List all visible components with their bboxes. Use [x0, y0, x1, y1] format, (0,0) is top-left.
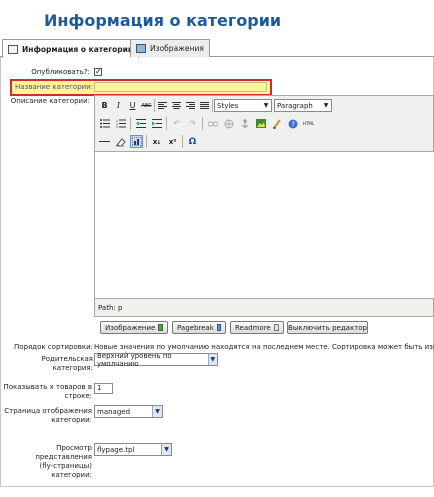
sort-order-label: Порядок сортировки:: [14, 343, 93, 351]
horizontal-rule-icon[interactable]: [98, 135, 111, 148]
toolbar-separator: [130, 117, 131, 130]
flypage-value: flypage.tpl: [97, 445, 135, 454]
superscript-button[interactable]: x²: [166, 135, 179, 148]
toggle-editor-button[interactable]: Выключить редактор: [287, 321, 368, 334]
svg-text:3: 3: [116, 125, 118, 128]
browse-page-label: Страница отображения категории:: [0, 407, 92, 425]
flypage-label-line-1: Просмотр: [56, 444, 92, 452]
toolbar-separator: [154, 99, 155, 112]
tab-images[interactable]: Изображения: [130, 39, 210, 57]
bullet-list-icon[interactable]: [98, 117, 111, 130]
cleanup-icon[interactable]: [270, 117, 283, 130]
products-per-row-label-line-1: Показывать x товаров в: [3, 383, 92, 391]
page-title: Информация о категории: [44, 11, 282, 30]
toolbar-separator: [202, 117, 203, 130]
category-name-input[interactable]: [94, 82, 267, 92]
pagebreak-icon: [216, 324, 221, 331]
chevron-down-icon: ▼: [161, 444, 171, 455]
readmore-icon: [273, 324, 279, 331]
toolbar-separator: [146, 135, 147, 148]
edit-icon: [8, 44, 18, 54]
svg-text:?: ?: [291, 120, 295, 128]
toolbar-separator: [166, 117, 167, 130]
italic-button[interactable]: I: [112, 99, 125, 112]
align-right-icon[interactable]: [184, 99, 197, 112]
browse-page-label-line-1: Страница отображения: [4, 407, 92, 415]
tab-label: Информация о категории: [22, 44, 134, 54]
bold-button[interactable]: B: [98, 99, 111, 112]
readmore-button-label: Readmore: [235, 323, 271, 332]
link-icon[interactable]: [206, 117, 219, 130]
browse-page-label-line-2: категории:: [51, 416, 92, 424]
remove-format-icon[interactable]: [114, 135, 127, 148]
editor-content-area[interactable]: [95, 151, 434, 299]
browse-page-select[interactable]: managed ▼: [94, 405, 163, 418]
flypage-label-line-2: представления: [35, 453, 92, 461]
pagebreak-button-label: Pagebreak: [177, 323, 214, 332]
indent-icon[interactable]: [150, 117, 163, 130]
description-label: Описание категории:: [10, 97, 90, 105]
flypage-label-line-3: (fly-страницы): [39, 462, 93, 470]
editor-path: Path: p: [98, 304, 123, 312]
image-icon: [136, 44, 146, 53]
parent-category-select[interactable]: Верхний уровень по умолчанию ▼: [94, 351, 218, 368]
editor-toolbar-row-1: B I U ABC Styles ▼ Paragraph ▼: [98, 99, 332, 112]
products-per-row-input[interactable]: 1: [94, 383, 113, 394]
align-center-icon[interactable]: [170, 99, 183, 112]
tab-category-info[interactable]: Информация о категории: [2, 39, 140, 58]
flypage-label-line-4: категории:: [51, 471, 92, 479]
format-select-value: Paragraph: [277, 101, 313, 110]
editor-toolbar-row-2: 123 ↶ ↷ ? HTML: [98, 117, 315, 130]
flypage-label: Просмотр представления (fly-страницы) ка…: [0, 444, 92, 480]
published-label: Опубликовать?:: [31, 68, 90, 76]
underline-button[interactable]: U: [126, 99, 139, 112]
image-icon: [158, 324, 163, 331]
insert-image-button-label: Изображение: [105, 323, 156, 332]
help-icon[interactable]: ?: [286, 117, 299, 130]
flypage-select[interactable]: flypage.tpl ▼: [94, 443, 172, 456]
chevron-down-icon: ▼: [261, 100, 271, 111]
visual-aid-icon[interactable]: [130, 135, 143, 148]
subscript-button[interactable]: x₁: [150, 135, 163, 148]
strikethrough-button[interactable]: ABC: [140, 99, 153, 112]
parent-category-value: Верхний уровень по умолчанию: [97, 351, 172, 368]
products-per-row-label: Показывать x товаров в строке:: [0, 383, 92, 401]
toolbar-separator: [212, 99, 213, 112]
anchor-icon[interactable]: [238, 117, 251, 130]
tab-label: Изображения: [150, 44, 204, 53]
format-select[interactable]: Paragraph ▼: [274, 99, 332, 112]
toolbar-separator: [182, 135, 183, 148]
chevron-down-icon: ▼: [207, 354, 217, 365]
readmore-button[interactable]: Readmore: [230, 321, 284, 334]
html-source-button[interactable]: HTML: [302, 117, 315, 130]
numbered-list-icon[interactable]: 123: [114, 117, 127, 130]
align-justify-icon[interactable]: [198, 99, 211, 112]
editor-toolbar-row-3: x₁ x² Ω: [98, 135, 199, 148]
check-icon: ✓: [95, 67, 102, 76]
browse-page-value: managed: [97, 407, 131, 416]
insert-image-icon[interactable]: [254, 117, 267, 130]
category-name-label: Название категории:: [15, 83, 94, 91]
styles-select[interactable]: Styles ▼: [214, 99, 272, 112]
special-char-button[interactable]: Ω: [186, 135, 199, 148]
styles-select-value: Styles: [217, 101, 239, 110]
pagebreak-button[interactable]: Pagebreak: [172, 321, 226, 334]
outdent-icon[interactable]: [134, 117, 147, 130]
unlink-icon[interactable]: [222, 117, 235, 130]
align-left-icon[interactable]: [156, 99, 169, 112]
undo-icon[interactable]: ↶: [170, 117, 183, 130]
chevron-down-icon: ▼: [152, 406, 162, 417]
insert-image-button[interactable]: Изображение: [100, 321, 168, 334]
sort-order-text: Новые значения по умолчанию находятся на…: [94, 343, 434, 351]
published-checkbox[interactable]: ✓: [94, 68, 102, 76]
products-per-row-label-line-2: строке:: [64, 392, 92, 400]
parent-category-label: Родительская категория:: [41, 355, 93, 372]
chevron-down-icon: ▼: [321, 100, 331, 111]
redo-icon[interactable]: ↷: [186, 117, 199, 130]
